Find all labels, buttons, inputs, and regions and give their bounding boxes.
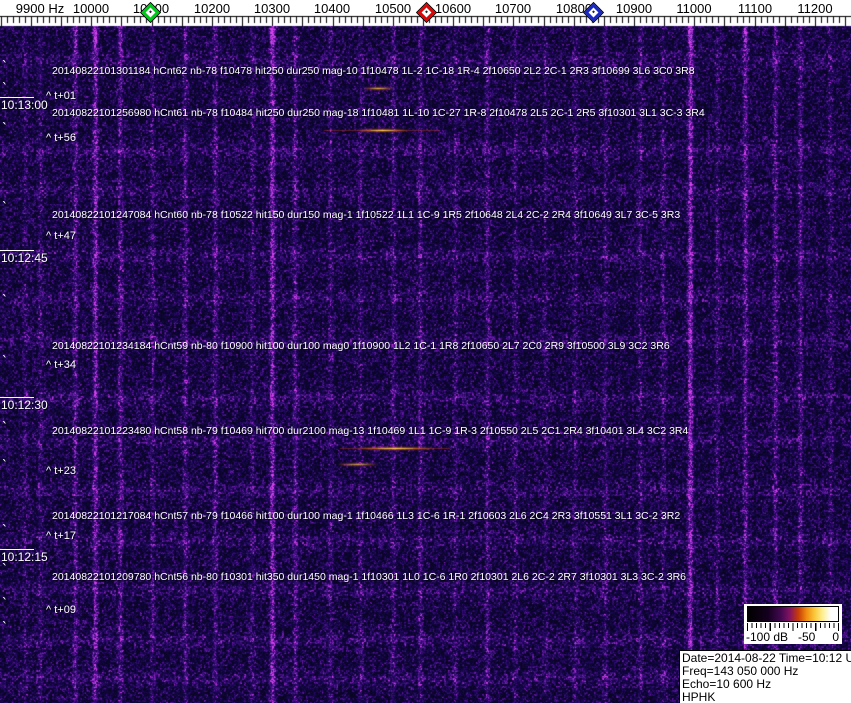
freq-axis-label: 11200 xyxy=(797,1,833,16)
left-edge-hook-mark: ` xyxy=(1,82,9,97)
frequency-ruler: 9900 Hz100001010010200103001040010500106… xyxy=(0,0,851,26)
station-info-box: Date=2014-08-22 Time=10:12 UTC Freq=143 … xyxy=(679,650,851,703)
db-color-scale-legend: -100 dB -50 0 xyxy=(744,604,842,644)
freq-axis-label: 10900 xyxy=(615,1,653,16)
db-gradient-bar xyxy=(747,606,839,622)
time-label-text: 10:12:30 xyxy=(1,398,48,412)
event-time-offset-mark: ^ t+34 xyxy=(46,359,76,371)
db-scale-labels: -100 dB -50 0 xyxy=(746,630,840,644)
freq-axis-label: 10200 xyxy=(193,1,231,16)
detection-event-text: 20140822101223480 hCnt58 nb-79 f10469 hi… xyxy=(52,425,689,437)
left-edge-hook-mark: ` xyxy=(1,563,9,578)
freq-axis-label: 10500 xyxy=(374,1,412,16)
event-time-offset-mark: ^ t+56 xyxy=(46,132,76,144)
left-edge-hook-mark: ` xyxy=(1,122,9,137)
event-time-offset-mark: ^ t+23 xyxy=(46,465,76,477)
left-edge-hook-mark: ` xyxy=(1,294,9,309)
spectrogram-app-window: 9900 Hz100001010010200103001040010500106… xyxy=(0,0,851,703)
freq-axis-label: 10000 xyxy=(72,1,110,16)
time-axis-label: 10:12:45 xyxy=(0,250,60,265)
db-label-max: 0 xyxy=(832,630,839,644)
left-edge-hook-mark: ` xyxy=(1,60,9,75)
detection-event-text: 20140822101301184 hCnt62 nb-78 f10478 hi… xyxy=(52,65,695,77)
detection-event-text: 20140822101209780 hCnt56 nb-80 f10301 hi… xyxy=(52,571,686,583)
left-edge-hook-mark: ` xyxy=(1,459,9,474)
time-axis-label: 10:12:30 xyxy=(0,397,60,412)
left-edge-hook-mark: ` xyxy=(1,201,9,216)
event-time-offset-mark: ^ t+01 xyxy=(46,90,76,102)
freq-axis-label: 10300 xyxy=(253,1,291,16)
db-label-mid: -50 xyxy=(798,630,816,644)
time-axis-label: 10:12:15 xyxy=(0,549,60,564)
freq-axis-label: 11000 xyxy=(676,1,712,16)
freq-axis-label: 10400 xyxy=(313,1,351,16)
db-label-min: -100 dB xyxy=(746,630,789,644)
freq-axis-label: 9900 Hz xyxy=(15,1,65,16)
time-label-text: 10:12:45 xyxy=(1,251,48,265)
left-edge-hook-mark: ` xyxy=(1,597,9,612)
freq-axis-label: 10600 xyxy=(434,1,472,16)
left-edge-hook-mark: ` xyxy=(1,621,9,636)
detection-event-text: 20140822101234184 hCnt59 nb-80 f10900 hi… xyxy=(52,340,670,352)
event-time-offset-mark: ^ t+47 xyxy=(46,230,76,242)
left-edge-hook-mark: ` xyxy=(1,421,9,436)
marker-red-diamond-icon[interactable] xyxy=(417,3,436,22)
event-time-offset-mark: ^ t+09 xyxy=(46,604,76,616)
freq-axis-label: 10700 xyxy=(494,1,532,16)
detection-event-text: 20140822101247084 hCnt60 nb-78 f10522 hi… xyxy=(52,209,681,221)
left-edge-hook-mark: ` xyxy=(1,355,9,370)
time-label-text: 10:13:00 xyxy=(1,98,48,112)
event-time-offset-mark: ^ t+17 xyxy=(46,530,76,542)
detection-event-text: 20140822101256980 hCnt61 nb-78 f10484 hi… xyxy=(52,107,705,119)
freq-axis-label: 11100 xyxy=(737,1,773,16)
left-edge-hook-mark: ` xyxy=(1,524,9,539)
info-station: HPHK xyxy=(682,690,716,703)
time-label-text: 10:12:15 xyxy=(1,550,48,564)
detection-event-text: 20140822101217084 hCnt57 nb-79 f10466 hi… xyxy=(52,510,681,522)
